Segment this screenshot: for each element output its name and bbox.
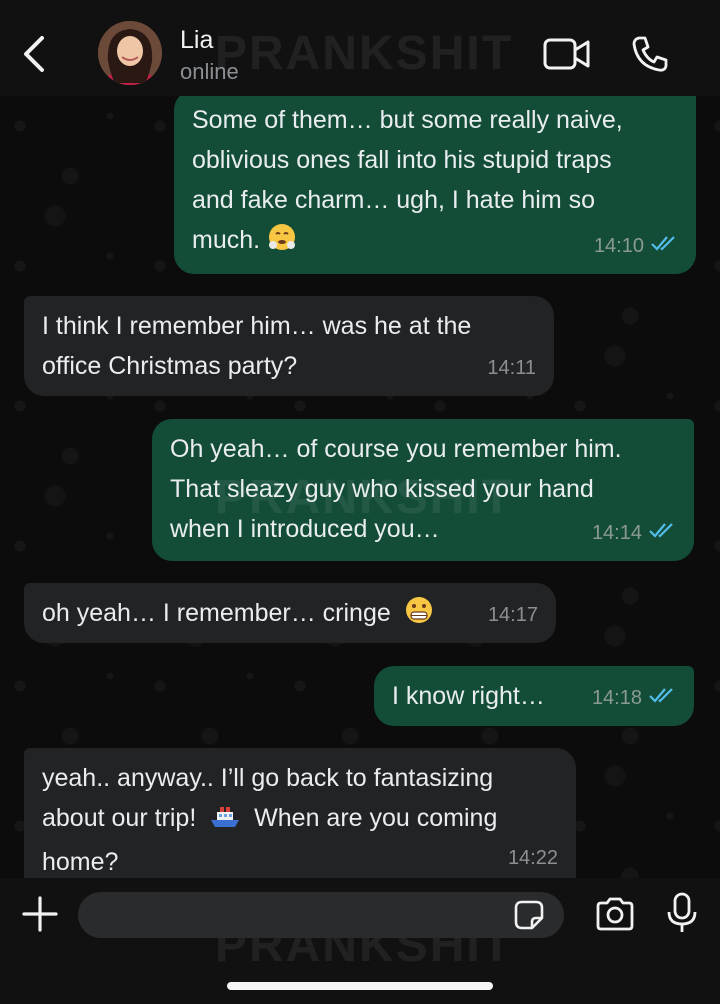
double-check-icon: [648, 678, 676, 718]
microphone-icon[interactable]: [664, 892, 700, 934]
camera-icon[interactable]: [594, 896, 636, 932]
message-bubble-outgoing[interactable]: Some of them… but some really naive, obl…: [174, 96, 696, 274]
message-time: 14:22: [507, 847, 558, 869]
message-time: 14:14: [591, 522, 642, 544]
message-time: 14:11: [487, 357, 536, 379]
video-call-icon[interactable]: [542, 36, 592, 72]
phone-icon[interactable]: [630, 34, 670, 74]
contact-avatar[interactable]: [98, 21, 162, 85]
ship-emoji: [209, 802, 241, 842]
message-text: I think I remember him… was he at the of…: [42, 312, 472, 380]
message-bubble-outgoing[interactable]: I know right… 14:18: [374, 666, 694, 726]
double-check-icon: [650, 226, 678, 266]
plus-icon[interactable]: [20, 894, 60, 934]
contact-status: online: [180, 59, 239, 84]
face-with-steam-from-nose-emoji: [267, 222, 297, 264]
message-meta: 14:14: [592, 513, 676, 553]
message-text: yeah.. anyway.. I’ll go back to fantasiz…: [42, 764, 498, 876]
back-icon[interactable]: [18, 34, 54, 74]
chat-header: Lia online: [0, 0, 720, 96]
message-text: oh yeah… I remember… cringe: [42, 593, 538, 637]
message-time: 14:17: [487, 604, 538, 626]
message-input[interactable]: [78, 892, 564, 938]
home-indicator[interactable]: [227, 982, 493, 990]
message-time: 14:10: [593, 235, 644, 257]
message-meta: 14:11: [487, 348, 536, 388]
message-bubble-incoming[interactable]: yeah.. anyway.. I’ll go back to fantasiz…: [24, 748, 576, 878]
message-meta: 14:17: [488, 595, 538, 635]
sticker-icon[interactable]: [512, 898, 546, 932]
message-list[interactable]: Some of them… but some really naive, obl…: [0, 96, 720, 878]
message-bubble-incoming[interactable]: oh yeah… I remember… cringe 14:17: [24, 583, 556, 643]
double-check-icon: [648, 513, 676, 553]
grimacing-face-emoji: [404, 595, 434, 637]
message-meta: 14:22: [508, 838, 558, 878]
message-time: 14:18: [591, 687, 642, 709]
contact-name[interactable]: Lia: [180, 26, 213, 55]
message-bubble-incoming[interactable]: I think I remember him… was he at the of…: [24, 296, 554, 396]
message-meta: 14:18: [592, 678, 676, 718]
message-meta: 14:10: [594, 226, 678, 266]
message-bubble-outgoing[interactable]: Oh yeah… of course you remember him. Tha…: [152, 419, 694, 561]
